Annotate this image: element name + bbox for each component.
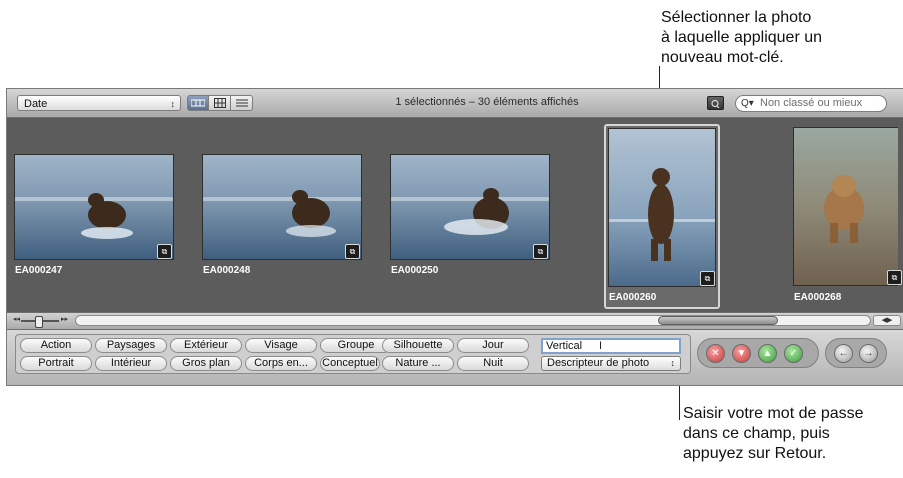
- rating-buttons-group: ✕ ▼ ▲ ✓: [697, 338, 819, 368]
- photo-name: EA000250: [391, 265, 439, 276]
- filter-search-field[interactable]: Q▾ Non classé ou mieux: [735, 95, 887, 112]
- bear-photo: [609, 129, 715, 286]
- keyword-button[interactable]: Corps en...: [245, 356, 317, 371]
- keyword-control-bar: Action Paysages Extérieur Visage Groupe …: [7, 330, 903, 385]
- browser-scroll-row: ◂◂ ▸▸ ◀▶: [7, 312, 903, 330]
- keyword-entry-field[interactable]: Vertical I: [541, 338, 681, 354]
- updown-arrows-icon: ↕: [170, 99, 176, 109]
- view-mode-buttons: [187, 95, 253, 111]
- text-cursor-icon: I: [599, 340, 603, 352]
- updown-arrows-icon: ↕: [670, 358, 676, 368]
- loupe-icon: [711, 99, 720, 109]
- grid-view-button[interactable]: [209, 95, 231, 111]
- bear-photo: [391, 155, 549, 259]
- callout-line: nouveau mot-clé.: [661, 49, 784, 66]
- browser-toolbar: Date ↕ 1 sélectionnés – 30 éléments affi…: [7, 89, 903, 118]
- callout-line: à laquelle appliquer un: [661, 29, 823, 46]
- loupe-button[interactable]: [707, 96, 724, 110]
- stack-icon: ⧉: [345, 244, 360, 259]
- stack-icon: ⧉: [700, 271, 715, 286]
- navigation-buttons-group: ← →: [825, 338, 887, 368]
- photo-name: EA000247: [15, 265, 63, 276]
- sort-select[interactable]: Date ↕: [17, 95, 181, 111]
- keyword-entry-value: Vertical: [546, 340, 583, 352]
- slider-knob[interactable]: [35, 316, 43, 328]
- reject-button[interactable]: ✕: [706, 344, 725, 363]
- scrollbar-thumb[interactable]: [658, 316, 778, 325]
- keyword-button[interactable]: Silhouette: [382, 338, 454, 353]
- rating-down-button[interactable]: ▼: [732, 344, 751, 363]
- filter-search-placeholder: Non classé ou mieux: [760, 97, 863, 109]
- filmstrip-icon: [191, 99, 205, 107]
- bear-photo: [203, 155, 361, 259]
- stack-icon: ⧉: [887, 270, 902, 285]
- keyword-button[interactable]: Intérieur: [95, 356, 167, 371]
- thumbnail-size-slider[interactable]: ◂◂ ▸▸: [13, 316, 69, 328]
- keyword-button[interactable]: Extérieur: [170, 338, 242, 353]
- large-thumbnails-icon: ▸▸: [61, 316, 69, 323]
- callout-line: Saisir votre mot de passe: [683, 405, 864, 422]
- keyword-button[interactable]: Jour: [457, 338, 529, 353]
- small-thumbnails-icon: ◂◂: [13, 316, 21, 323]
- browser-window: Date ↕ 1 sélectionnés – 30 éléments affi…: [6, 88, 903, 386]
- bear-photo: [15, 155, 173, 259]
- callout-line: appuyez sur Retour.: [683, 445, 827, 462]
- photo-name: EA000268: [794, 292, 842, 303]
- sort-select-value: Date: [24, 98, 48, 110]
- filmstrip-browser: ⧉ EA000247 ⧉ EA000248 ⧉ EA000250 ⧉ EA000…: [7, 118, 903, 312]
- previous-button[interactable]: ←: [834, 344, 853, 363]
- keyword-button[interactable]: Action: [20, 338, 92, 353]
- keyword-buttons-panel: Action Paysages Extérieur Visage Groupe …: [15, 334, 691, 374]
- callout-line: dans ce champ, puis: [683, 425, 830, 442]
- keyword-preset-value: Descripteur de photo: [547, 357, 650, 369]
- grid-icon: [213, 98, 226, 108]
- approve-button[interactable]: ✓: [784, 344, 803, 363]
- search-filter-icon: Q▾: [741, 98, 754, 109]
- list-view-button[interactable]: [231, 95, 253, 111]
- keyword-button[interactable]: Visage: [245, 338, 317, 353]
- callout-line: Sélectionner la photo: [661, 9, 812, 26]
- stack-icon: ⧉: [157, 244, 172, 259]
- keyword-button[interactable]: Paysages: [95, 338, 167, 353]
- callout-select-photo: Sélectionner la photo à laquelle appliqu…: [661, 8, 822, 68]
- stack-icon: ⧉: [533, 244, 548, 259]
- keyword-button[interactable]: Portrait: [20, 356, 92, 371]
- bear-photo: [794, 128, 898, 285]
- selection-status: 1 sélectionnés – 30 éléments affichés: [395, 96, 579, 108]
- keyword-button[interactable]: Gros plan: [170, 356, 242, 371]
- callout-enter-keyword: Saisir votre mot de passe dans ce champ,…: [683, 404, 864, 464]
- horizontal-scrollbar[interactable]: [75, 315, 871, 326]
- photo-name: EA000248: [203, 265, 251, 276]
- keyword-button[interactable]: Conceptuel: [320, 356, 380, 371]
- scroll-arrow-buttons[interactable]: ◀▶: [873, 315, 901, 326]
- keyword-button[interactable]: Nuit: [457, 356, 529, 371]
- list-icon: [235, 99, 248, 107]
- filmstrip-view-button[interactable]: [187, 95, 209, 111]
- rating-up-button[interactable]: ▲: [758, 344, 777, 363]
- scroll-right-icon[interactable]: ▶: [887, 317, 892, 324]
- photo-name: EA000260: [609, 292, 657, 303]
- keyword-button[interactable]: Nature ...: [382, 356, 454, 371]
- keyword-preset-select[interactable]: Descripteur de photo ↕: [541, 356, 681, 371]
- next-button[interactable]: →: [859, 344, 878, 363]
